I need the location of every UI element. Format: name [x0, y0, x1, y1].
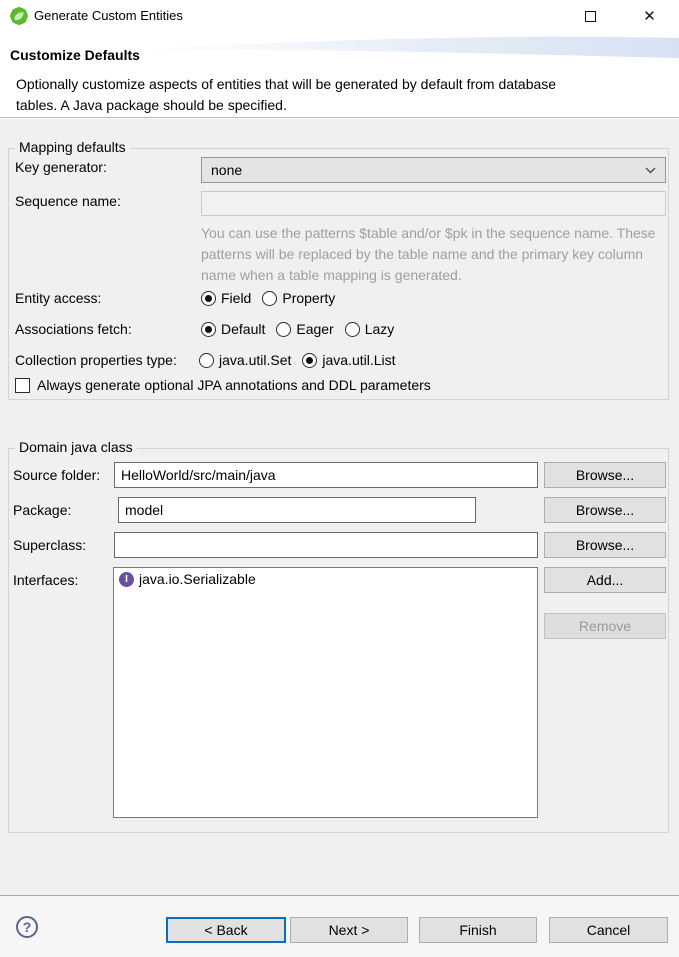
source-folder-label: Source folder:: [13, 467, 101, 483]
window-title: Generate Custom Entities: [34, 8, 183, 23]
radio-label: Default: [221, 321, 266, 337]
back-button[interactable]: < Back: [166, 917, 286, 943]
jpa-annotations-checkbox-label: Always generate optional JPA annotations…: [37, 377, 431, 393]
radio-fetch-eager[interactable]: Eager: [276, 321, 334, 337]
radio-label: Eager: [296, 321, 334, 337]
package-browse-button[interactable]: Browse...: [544, 497, 666, 523]
radio-label: Property: [282, 290, 336, 306]
wizard-window: Generate Custom Entities ✕ Customize Def…: [0, 0, 679, 957]
close-icon: ✕: [643, 7, 656, 25]
group-mapping-defaults: Mapping defaults Key generator: none Seq…: [8, 139, 669, 400]
remove-interface-button: Remove: [544, 613, 666, 639]
entity-access-label: Entity access:: [15, 290, 102, 306]
page-title: Customize Defaults: [10, 47, 140, 63]
radio-button-icon: [344, 321, 360, 337]
superclass-label: Superclass:: [13, 537, 87, 553]
group-domain-java-class: Domain java class Source folder: Browse.…: [8, 439, 669, 833]
spring-logo-icon: [9, 6, 29, 26]
wizard-button-bar: ? < Back Next > Finish Cancel: [0, 895, 679, 957]
radio-entity-access-property[interactable]: Property: [262, 290, 335, 306]
radio-button-icon: [276, 321, 292, 337]
collection-properties-type-label: Collection properties type:: [15, 352, 177, 368]
interfaces-label: Interfaces:: [13, 572, 79, 588]
superclass-browse-button[interactable]: Browse...: [544, 532, 666, 558]
radio-button-icon: [262, 290, 278, 306]
next-button[interactable]: Next >: [290, 917, 408, 943]
help-button[interactable]: ?: [16, 916, 38, 938]
add-interface-button[interactable]: Add...: [544, 567, 666, 593]
interface-item-label: java.io.Serializable: [139, 571, 256, 587]
cancel-button[interactable]: Cancel: [549, 917, 668, 943]
chevron-down-icon: [645, 167, 656, 174]
page-description: Optionally customize aspects of entities…: [16, 76, 557, 113]
radio-button-icon: [302, 352, 318, 368]
sequence-name-hint: You can use the patterns $table and/or $…: [201, 225, 656, 283]
maximize-icon: [585, 10, 596, 22]
radio-fetch-default[interactable]: Default: [201, 321, 265, 337]
wizard-banner: Customize Defaults Optionally customize …: [0, 32, 679, 118]
associations-fetch-label: Associations fetch:: [15, 321, 132, 337]
entity-access-row: Entity access: Field Property: [15, 290, 346, 306]
key-generator-label: Key generator:: [15, 159, 107, 175]
checkbox-icon: [15, 377, 30, 393]
radio-button-icon: [199, 352, 214, 368]
jpa-annotations-checkbox-row[interactable]: Always generate optional JPA annotations…: [15, 377, 431, 393]
group-mapping-defaults-legend: Mapping defaults: [15, 139, 130, 155]
help-icon: ?: [22, 919, 32, 935]
group-domain-java-class-legend: Domain java class: [15, 439, 137, 455]
superclass-input[interactable]: [114, 532, 538, 558]
package-input[interactable]: [118, 497, 476, 523]
associations-fetch-row: Associations fetch: Default Eager Lazy: [15, 321, 405, 337]
radio-label: java.util.Set: [219, 352, 292, 368]
radio-entity-access-field[interactable]: Field: [201, 290, 251, 306]
radio-label: Lazy: [364, 321, 395, 337]
titlebar: Generate Custom Entities ✕: [0, 0, 679, 32]
package-label: Package:: [13, 502, 72, 518]
radio-button-icon: [201, 321, 216, 337]
list-item[interactable]: I java.io.Serializable: [114, 568, 537, 590]
collection-properties-type-row: Collection properties type: java.util.Se…: [15, 352, 407, 368]
close-button[interactable]: ✕: [627, 0, 672, 32]
radio-collection-list[interactable]: java.util.List: [302, 352, 396, 368]
maximize-button[interactable]: [568, 0, 613, 32]
radio-fetch-lazy[interactable]: Lazy: [344, 321, 395, 337]
finish-button[interactable]: Finish: [419, 917, 537, 943]
key-generator-dropdown[interactable]: none: [201, 157, 666, 183]
sequence-name-input: [201, 191, 666, 216]
key-generator-value: none: [211, 162, 243, 178]
wizard-content: Mapping defaults Key generator: none Seq…: [0, 119, 679, 895]
sequence-name-label: Sequence name:: [15, 193, 121, 209]
radio-label: Field: [221, 290, 252, 306]
interface-icon: I: [119, 571, 134, 587]
radio-collection-set[interactable]: java.util.Set: [199, 352, 291, 368]
radio-button-icon: [201, 290, 216, 306]
interfaces-list[interactable]: I java.io.Serializable: [113, 567, 538, 818]
source-folder-input[interactable]: [114, 462, 538, 488]
radio-label: java.util.List: [322, 352, 396, 368]
source-folder-browse-button[interactable]: Browse...: [544, 462, 666, 488]
